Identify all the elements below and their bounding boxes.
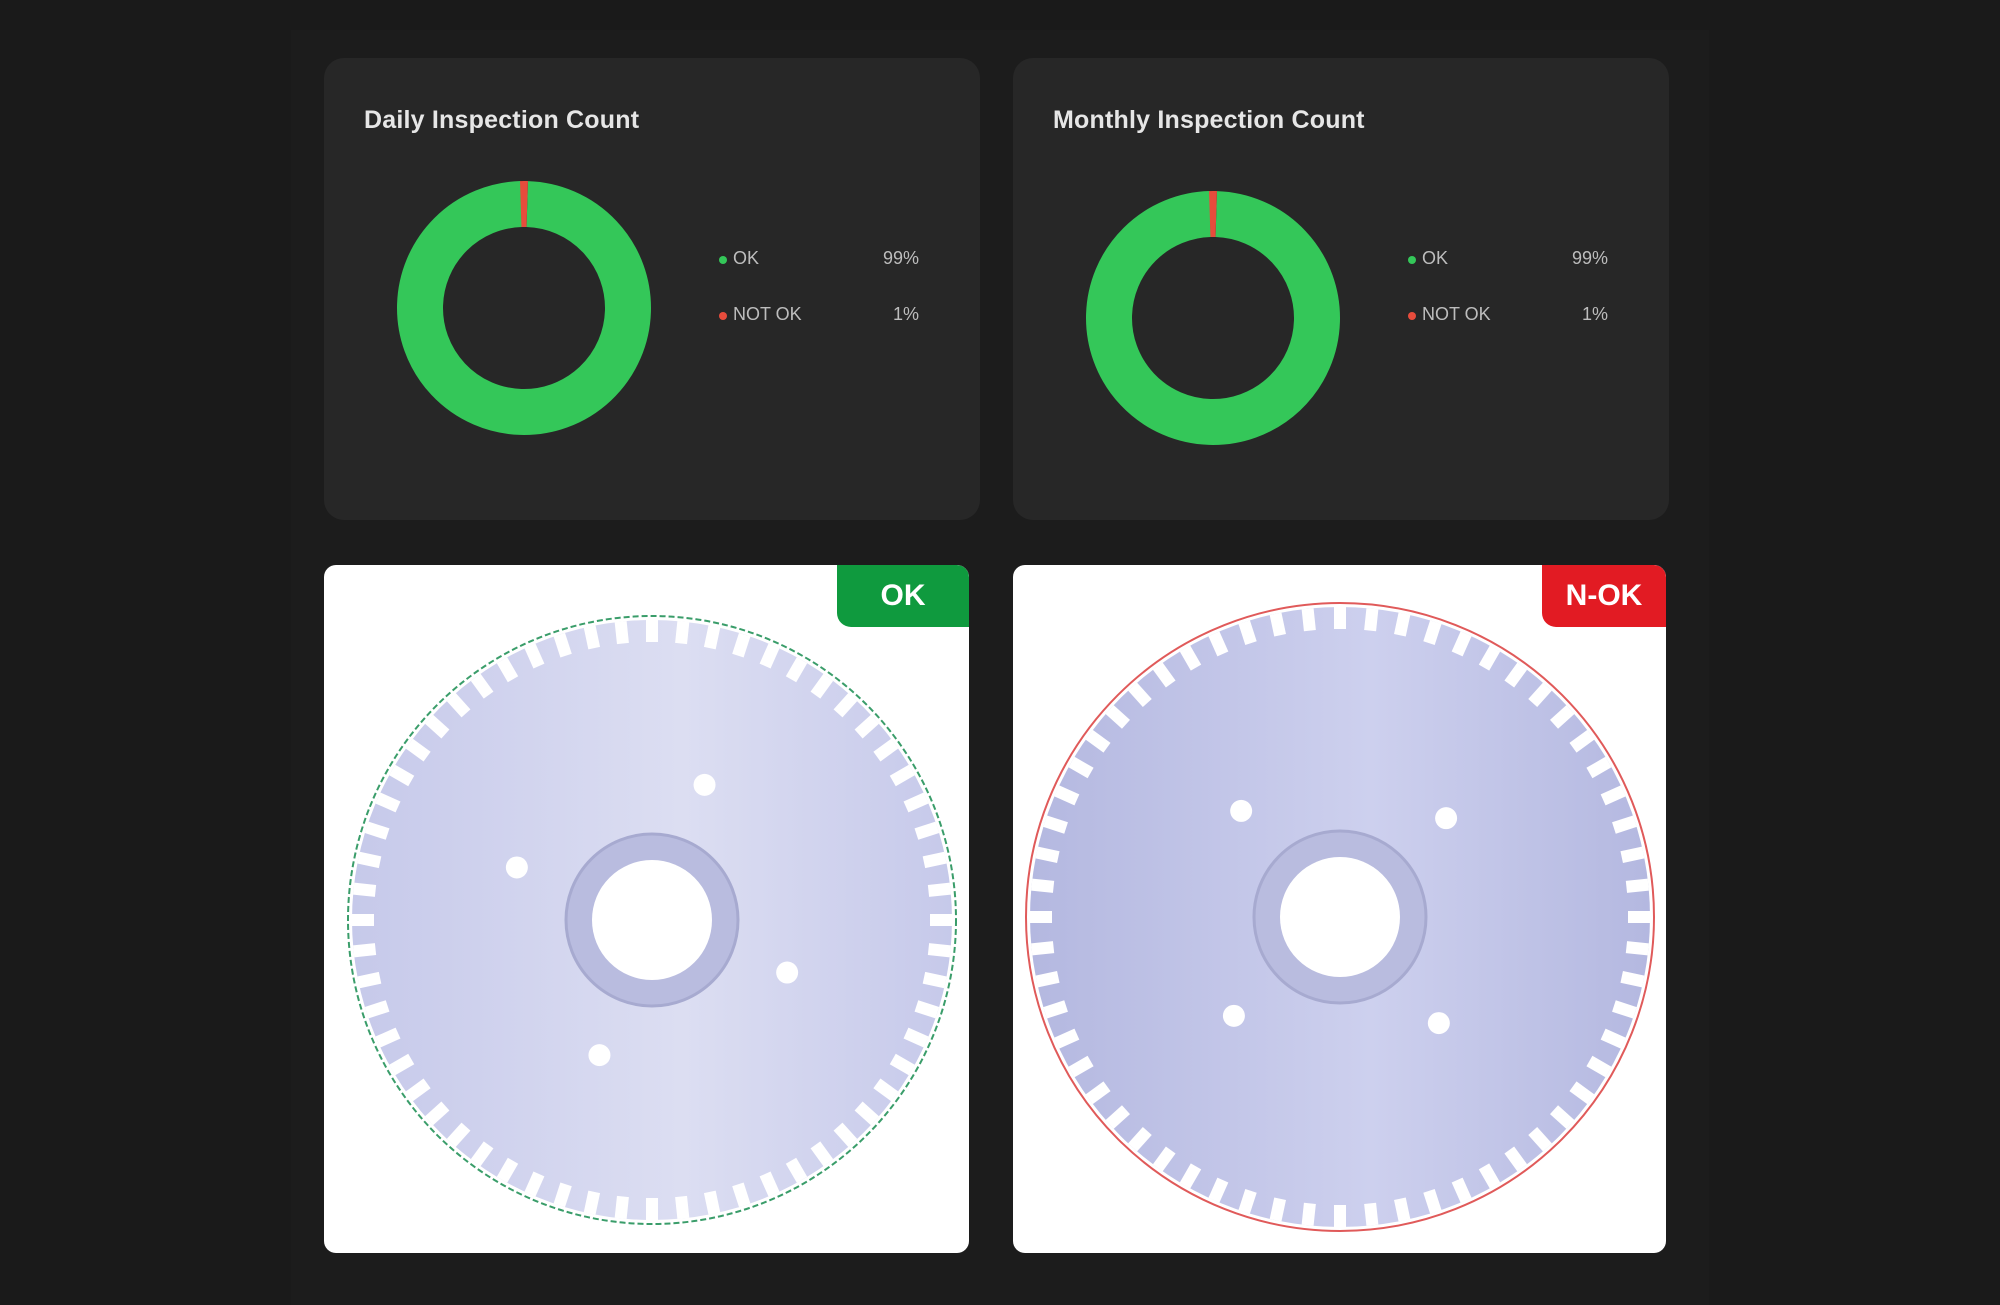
legend-item-not-ok: NOT OK 1% [1408, 304, 1608, 360]
not-ok-legend-dot [719, 312, 727, 320]
wheel-tooth-slot [1334, 1205, 1346, 1227]
wheel-tooth-slot [927, 882, 951, 897]
inspection-dashboard: Daily Inspection Count OK 99% NOT OK 1% … [0, 0, 2000, 1305]
monthly-card-title: Monthly Inspection Count [1053, 106, 1365, 134]
bolt-hole [1222, 1004, 1245, 1027]
wheel-tooth-slot [1301, 1202, 1316, 1226]
wheel-tooth-slot [1031, 878, 1055, 893]
wheel-tooth-slot [930, 914, 952, 926]
wheel-tooth-slot [352, 914, 374, 926]
legend-item-ok: OK 99% [719, 248, 919, 304]
legend-value: 1% [892, 304, 919, 324]
wheel-tooth-slot [1301, 608, 1316, 632]
not-ok-legend-dot [1408, 312, 1416, 320]
tone-wheel-image [1025, 602, 1655, 1232]
wheel-tooth-slot [614, 621, 629, 645]
donut-slice-ok [397, 181, 651, 435]
status-badge-nok: N-OK [1542, 565, 1666, 627]
daily-donut-chart [397, 181, 651, 435]
legend-item-not-ok: NOT OK 1% [719, 304, 919, 360]
wheel-tooth-slot [675, 1195, 690, 1219]
wheel-tooth-slot [1030, 911, 1052, 923]
wheel-center-hole [1280, 857, 1400, 977]
monthly-legend: OK 99% NOT OK 1% [1408, 248, 1608, 360]
wheel-tooth-slot [1364, 608, 1379, 632]
wheel-tooth-slot [646, 620, 658, 642]
wheel-tooth-slot [646, 1198, 658, 1220]
legend-label: OK [733, 248, 760, 268]
wheel-tooth-slot [1628, 911, 1650, 923]
wheel-tooth-slot [1625, 941, 1649, 956]
bolt-hole [505, 856, 528, 879]
legend-label: NOT OK [733, 304, 802, 324]
monthly-donut-chart [1086, 191, 1340, 445]
legend-value: 99% [1571, 248, 1608, 268]
bolt-hole [1230, 799, 1253, 822]
wheel-tooth-slot [927, 943, 951, 958]
legend-value: 1% [1581, 304, 1608, 324]
bolt-hole [776, 961, 799, 984]
legend-label: OK [1422, 248, 1449, 268]
wheel-tooth-slot [1031, 941, 1055, 956]
daily-legend: OK 99% NOT OK 1% [719, 248, 919, 360]
tone-wheel-image [347, 615, 957, 1225]
wheel-center-hole [592, 860, 712, 980]
bolt-hole [693, 773, 716, 796]
wheel-tooth-slot [353, 943, 377, 958]
bolt-hole [1435, 807, 1458, 830]
status-badge-ok: OK [837, 565, 969, 627]
wheel-tooth-slot [1364, 1202, 1379, 1226]
legend-label: NOT OK [1422, 304, 1491, 324]
wheel-tooth-slot [675, 621, 690, 645]
legend-value: 99% [882, 248, 919, 268]
wheel-tooth-slot [1625, 878, 1649, 893]
ok-legend-dot [1408, 256, 1416, 264]
monthly-inspection-card: Monthly Inspection Count OK 99% NOT OK 1… [1013, 58, 1669, 520]
wheel-tooth-slot [353, 882, 377, 897]
inspection-panel-ok[interactable]: OK [324, 565, 969, 1253]
wheel-tooth-slot [1334, 607, 1346, 629]
wheel-tooth-slot [614, 1195, 629, 1219]
donut-slice-ok [1086, 191, 1340, 445]
bolt-hole [588, 1044, 611, 1067]
inspection-panel-nok[interactable]: N-OK [1013, 565, 1666, 1253]
daily-inspection-card: Daily Inspection Count OK 99% NOT OK 1% [324, 58, 980, 520]
legend-item-ok: OK 99% [1408, 248, 1608, 304]
daily-card-title: Daily Inspection Count [364, 106, 640, 134]
ok-legend-dot [719, 256, 727, 264]
bolt-hole [1427, 1012, 1450, 1035]
